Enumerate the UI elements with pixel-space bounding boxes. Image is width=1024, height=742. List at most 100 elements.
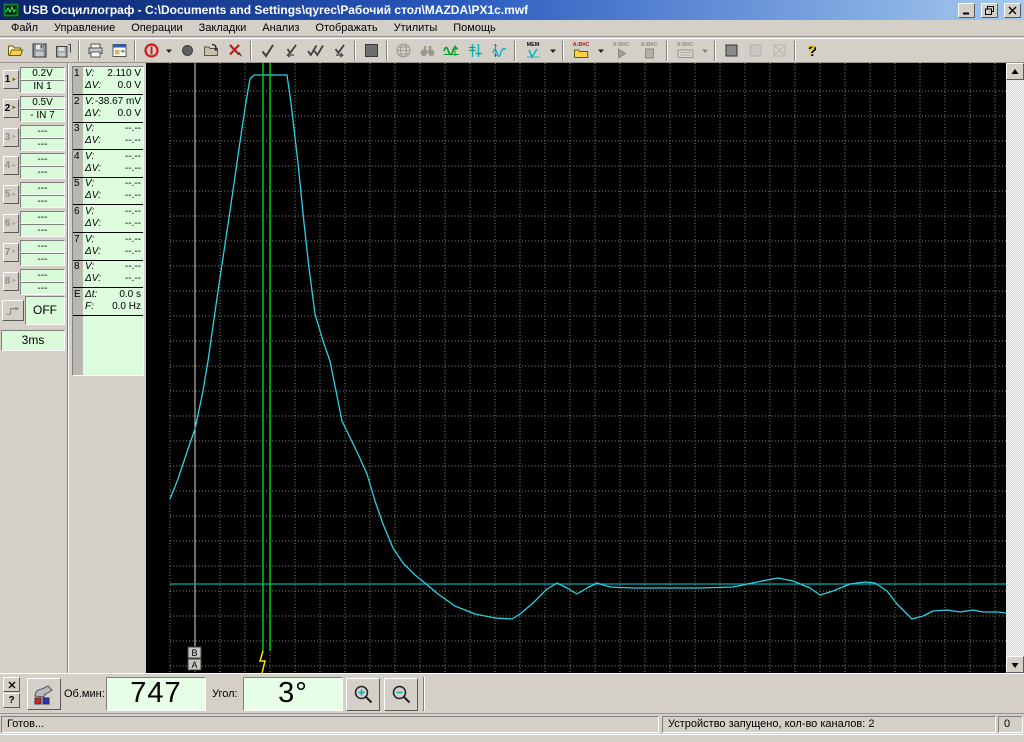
menu-item[interactable]: Управление bbox=[46, 20, 123, 36]
preview-icon bbox=[111, 42, 128, 59]
view-solid-button[interactable] bbox=[719, 39, 743, 62]
menu-item[interactable]: Файл bbox=[3, 20, 46, 36]
scroll-down-button[interactable] bbox=[1006, 656, 1024, 673]
menu-item[interactable]: Закладки bbox=[191, 20, 255, 36]
restore-button[interactable] bbox=[981, 3, 998, 18]
measure-cursors-button[interactable] bbox=[463, 39, 487, 62]
trigger-state-field[interactable]: OFF bbox=[25, 296, 65, 325]
question-icon: ?? bbox=[803, 42, 820, 59]
channel-range-field[interactable]: --- bbox=[20, 125, 65, 138]
channel-6-settings: ------ bbox=[20, 211, 65, 237]
sensor-button[interactable] bbox=[27, 678, 61, 710]
toolbar-separator bbox=[134, 41, 136, 61]
measurement-row-ch2: 2V:-38.67 mVΔV:0.0 V bbox=[73, 95, 143, 123]
menu-item[interactable]: Операции bbox=[123, 20, 190, 36]
measurement-value: 0.0 V bbox=[118, 80, 141, 93]
channel-input-field[interactable]: IN 1 bbox=[20, 80, 65, 93]
channel-input-field[interactable]: - IN 7 bbox=[20, 109, 65, 122]
load-frame-button[interactable] bbox=[199, 39, 223, 62]
channel-range-field[interactable]: --- bbox=[20, 211, 65, 224]
start-stop-options-button[interactable] bbox=[163, 39, 175, 62]
abc-open-options-button[interactable] bbox=[595, 39, 607, 62]
timebase-field[interactable]: 3ms bbox=[1, 330, 65, 351]
channel-range-field[interactable]: --- bbox=[20, 240, 65, 253]
wave-check-icon bbox=[525, 48, 542, 59]
marker-set-button[interactable] bbox=[255, 39, 279, 62]
close-panel-button[interactable] bbox=[3, 677, 20, 692]
channel-input-field[interactable]: --- bbox=[20, 224, 65, 237]
measurement-channel-id: 8 bbox=[74, 261, 83, 272]
channel-input-field[interactable]: --- bbox=[20, 166, 65, 179]
channel-input-field[interactable]: --- bbox=[20, 282, 65, 295]
window-title: USB Осциллограф - C:\Documents and Setti… bbox=[23, 3, 952, 17]
channel-input-field[interactable]: --- bbox=[20, 195, 65, 208]
channel-4-button[interactable]: 4► bbox=[3, 156, 19, 175]
marker-next-button[interactable] bbox=[327, 39, 351, 62]
help-button[interactable]: ?? bbox=[799, 39, 823, 62]
abc-open-button[interactable]: A:B#C bbox=[567, 39, 595, 62]
channel-range-field[interactable]: --- bbox=[20, 153, 65, 166]
channel-2-settings: 0.5V- IN 7 bbox=[20, 96, 65, 122]
save-file-button[interactable] bbox=[27, 39, 51, 62]
blank-screen-button[interactable] bbox=[359, 39, 383, 62]
start-stop-device-button[interactable] bbox=[139, 39, 163, 62]
menu-item[interactable]: Отображать bbox=[307, 20, 385, 36]
erase-frames-button[interactable] bbox=[223, 39, 247, 62]
record-frame-button[interactable] bbox=[175, 39, 199, 62]
menu-item[interactable]: Анализ bbox=[254, 20, 307, 36]
channel-input-field[interactable]: --- bbox=[20, 253, 65, 266]
close-button[interactable] bbox=[1004, 3, 1021, 18]
abc-edit-button: A:B#C bbox=[671, 39, 699, 62]
channel-2-button[interactable]: 2► bbox=[3, 99, 19, 118]
marker-prev-button[interactable] bbox=[279, 39, 303, 62]
open-file-button[interactable] bbox=[3, 39, 27, 62]
menu-item[interactable]: Помощь bbox=[445, 20, 504, 36]
channel-number: 5 bbox=[5, 189, 11, 200]
autoscale-button[interactable] bbox=[439, 39, 463, 62]
channel-3-settings: ------ bbox=[20, 125, 65, 151]
channel-6-button[interactable]: 6► bbox=[3, 214, 19, 233]
oscilloscope-plot[interactable]: BA bbox=[146, 63, 1006, 673]
panel-help-button[interactable]: ? bbox=[3, 693, 20, 708]
channel-1-button[interactable]: 1► bbox=[3, 70, 19, 89]
memory-button[interactable]: MEM bbox=[519, 39, 547, 62]
channel-input-field[interactable]: --- bbox=[20, 138, 65, 151]
channel-4-settings: ------ bbox=[20, 153, 65, 179]
print-preview-button[interactable] bbox=[107, 39, 131, 62]
channel-range-field[interactable]: --- bbox=[20, 182, 65, 195]
bottom-toolbar: ? Об.мин: 747 Угол: 3° bbox=[0, 673, 1024, 713]
zoom-in-button[interactable] bbox=[346, 678, 380, 711]
square-dark-icon bbox=[363, 42, 380, 59]
print-button[interactable] bbox=[83, 39, 107, 62]
channel-8-button[interactable]: 8► bbox=[3, 272, 19, 291]
channel-5-button[interactable]: 5► bbox=[3, 185, 19, 204]
scroll-up-button[interactable] bbox=[1006, 63, 1024, 80]
menu-bar: ФайлУправлениеОперацииЗакладкиАнализОтоб… bbox=[0, 20, 1024, 37]
signal-params-button[interactable] bbox=[487, 39, 511, 62]
trigger-edge-icon bbox=[5, 305, 21, 317]
plot-vertical-scrollbar[interactable] bbox=[1006, 63, 1024, 673]
channel-range-field[interactable]: 0.5V bbox=[20, 96, 65, 109]
save-fragment-button[interactable] bbox=[51, 39, 75, 62]
toolbar-separator bbox=[714, 41, 716, 61]
check-next-icon bbox=[331, 42, 348, 59]
measurement-row-ch7: 7V:--.--ΔV:--.-- bbox=[73, 233, 143, 261]
channel-range-field[interactable]: --- bbox=[20, 269, 65, 282]
measurement-row-ch4: 4V:--.--ΔV:--.-- bbox=[73, 150, 143, 178]
memory-options-button[interactable] bbox=[547, 39, 559, 62]
view-dither-button bbox=[743, 39, 767, 62]
channel-number: 6 bbox=[5, 218, 11, 229]
marker-all-button[interactable] bbox=[303, 39, 327, 62]
channel-range-field[interactable]: 0.2V bbox=[20, 67, 65, 80]
minimize-button[interactable] bbox=[958, 3, 975, 18]
channel-7-button[interactable]: 7► bbox=[3, 243, 19, 262]
trigger-button[interactable] bbox=[2, 300, 24, 321]
record-circle-icon bbox=[179, 42, 196, 59]
zoom-out-button[interactable] bbox=[384, 678, 418, 711]
measurement-row-ch1: 1V:2.110 VΔV:0.0 V bbox=[73, 67, 143, 95]
menu-item[interactable]: Утилиты bbox=[386, 20, 446, 36]
check-double-icon bbox=[307, 42, 324, 59]
channel-3-button[interactable]: 3► bbox=[3, 128, 19, 147]
wave-cyan-icon bbox=[491, 42, 508, 59]
x-icon bbox=[8, 681, 16, 689]
